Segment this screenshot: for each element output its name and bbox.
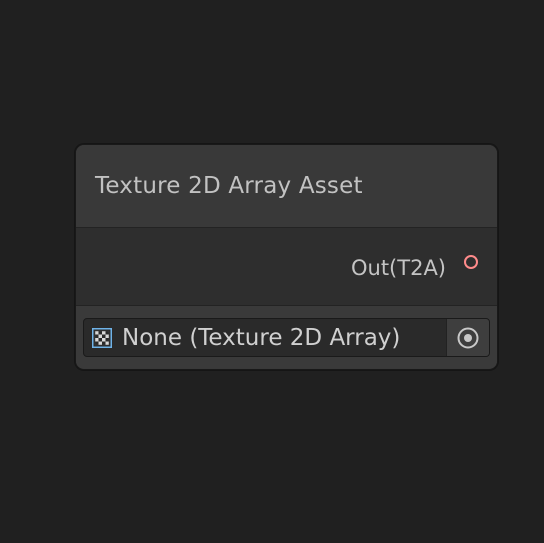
texture-2d-array-object-field[interactable]: None (Texture 2D Array) [83, 318, 490, 357]
node-title-bar[interactable]: Texture 2D Array Asset [76, 145, 497, 228]
node-title: Texture 2D Array Asset [95, 173, 363, 199]
object-picker-icon [457, 327, 479, 348]
output-port-row: Out(T2A) [76, 228, 497, 306]
texture-field-row: None (Texture 2D Array) [76, 306, 497, 368]
output-port-connector[interactable] [464, 255, 478, 269]
object-picker-button[interactable] [446, 319, 489, 356]
texture-field-value: None (Texture 2D Array) [122, 324, 401, 351]
checkerboard-texture-icon [92, 327, 112, 348]
output-port-label: Out(T2A) [350, 255, 446, 280]
shader-graph-canvas[interactable]: Texture 2D Array Asset Out(T2A) None (Te… [0, 0, 544, 543]
texture-2d-array-asset-node[interactable]: Texture 2D Array Asset Out(T2A) None (Te… [75, 144, 498, 370]
